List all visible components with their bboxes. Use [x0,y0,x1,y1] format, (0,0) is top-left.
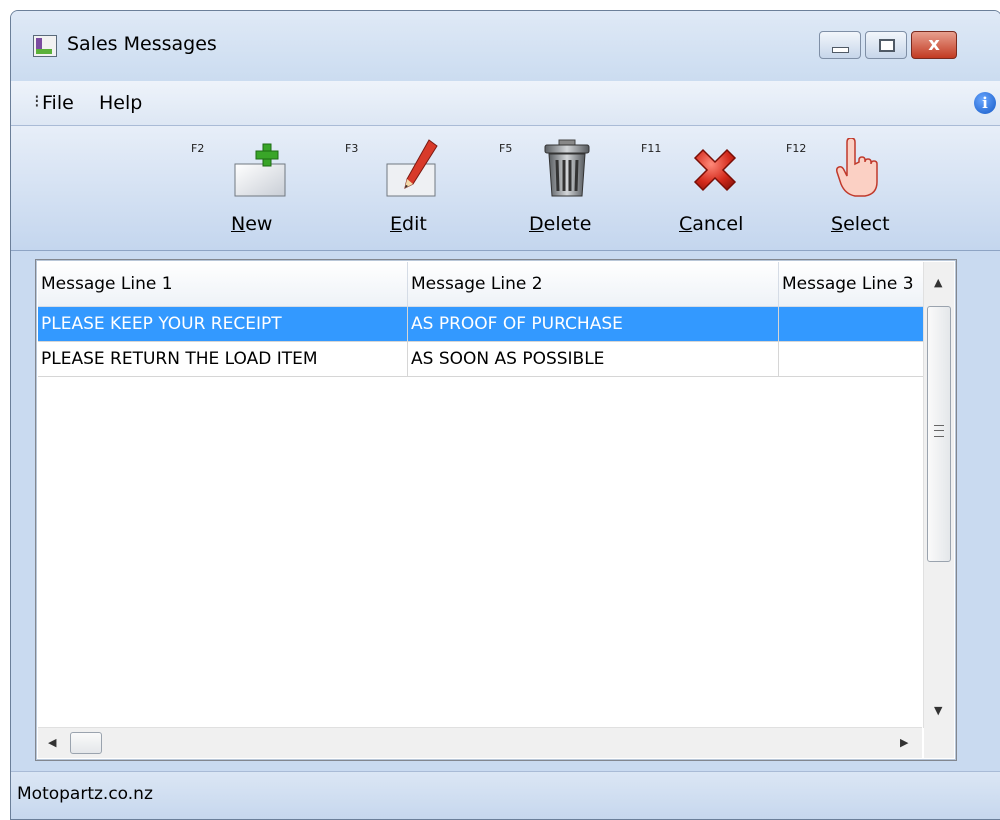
new-button-label: New [231,213,273,235]
scroll-left-arrow-icon[interactable]: ◀ [48,736,56,749]
table-cell[interactable] [779,307,919,341]
table-cell[interactable]: PLEASE RETURN THE LOAD ITEM [38,342,408,376]
messages-grid: Message Line 1 Message Line 2 Message Li… [35,259,957,761]
edit-pencil-icon [383,138,443,198]
scroll-up-arrow-icon[interactable]: ▲ [934,276,942,289]
shortcut-key: F3 [345,142,359,155]
close-icon: x [928,34,940,55]
cancel-button[interactable]: F11 Cancel [641,126,781,250]
sales-messages-window: Sales Messages x ⁝ File Help i F2 New F3… [10,10,1000,820]
red-x-icon [685,138,745,198]
delete-button-label: Delete [529,213,592,235]
grid-header: Message Line 1 Message Line 2 Message Li… [38,262,950,307]
toolbar: F2 New F3 Edit F5 Delete F11 Cancel F12 … [11,125,1000,251]
table-row[interactable]: PLEASE RETURN THE LOAD ITEM AS SOON AS P… [38,342,950,377]
menu-file[interactable]: File [42,92,74,114]
status-bar: Motopartz.co.nz [11,771,1000,819]
scroll-down-arrow-icon[interactable]: ▼ [934,704,942,717]
edit-button[interactable]: F3 Edit [341,126,481,250]
table-cell[interactable]: AS PROOF OF PURCHASE [408,307,779,341]
info-icon[interactable]: i [974,92,996,114]
minimize-icon [832,47,849,53]
select-button-label: Select [831,213,890,235]
title-bar[interactable]: Sales Messages x [11,11,1000,81]
pointing-hand-icon [827,137,887,198]
column-header-message-line-2[interactable]: Message Line 2 [408,262,779,306]
cancel-button-label: Cancel [679,213,744,235]
vertical-scrollbar[interactable]: ▲ ▼ [923,262,954,728]
status-text: Motopartz.co.nz [17,784,153,804]
vertical-scroll-thumb[interactable] [927,306,951,562]
window-title: Sales Messages [67,33,217,55]
select-button[interactable]: F12 Select [781,126,921,250]
shortcut-key: F2 [191,142,205,155]
minimize-button[interactable] [819,31,861,59]
table-cell[interactable] [779,342,919,376]
trash-can-icon [537,138,597,198]
scrollbar-corner [924,728,954,758]
shortcut-key: F11 [641,142,662,155]
app-icon [33,35,57,57]
edit-button-label: Edit [390,213,427,235]
new-button[interactable]: F2 New [181,126,321,250]
horizontal-scroll-thumb[interactable] [70,732,102,754]
table-cell[interactable]: AS SOON AS POSSIBLE [408,342,779,376]
table-row[interactable]: PLEASE KEEP YOUR RECEIPT AS PROOF OF PUR… [38,307,950,342]
menu-grip-icon: ⁝ [34,91,40,112]
maximize-icon [879,39,895,52]
scroll-grip-icon [934,425,944,437]
maximize-button[interactable] [865,31,907,59]
new-document-icon [231,138,291,198]
menu-help[interactable]: Help [99,92,142,114]
delete-button[interactable]: F5 Delete [497,126,637,250]
shortcut-key: F12 [786,142,807,155]
scroll-right-arrow-icon[interactable]: ▶ [900,736,908,749]
column-header-message-line-1[interactable]: Message Line 1 [38,262,408,306]
column-header-message-line-3[interactable]: Message Line 3 [779,262,919,306]
menu-bar: ⁝ File Help i [11,81,1000,125]
shortcut-key: F5 [499,142,513,155]
horizontal-scrollbar[interactable]: ◀ ▶ [38,727,922,758]
table-cell[interactable]: PLEASE KEEP YOUR RECEIPT [38,307,408,341]
close-button[interactable]: x [911,31,957,59]
